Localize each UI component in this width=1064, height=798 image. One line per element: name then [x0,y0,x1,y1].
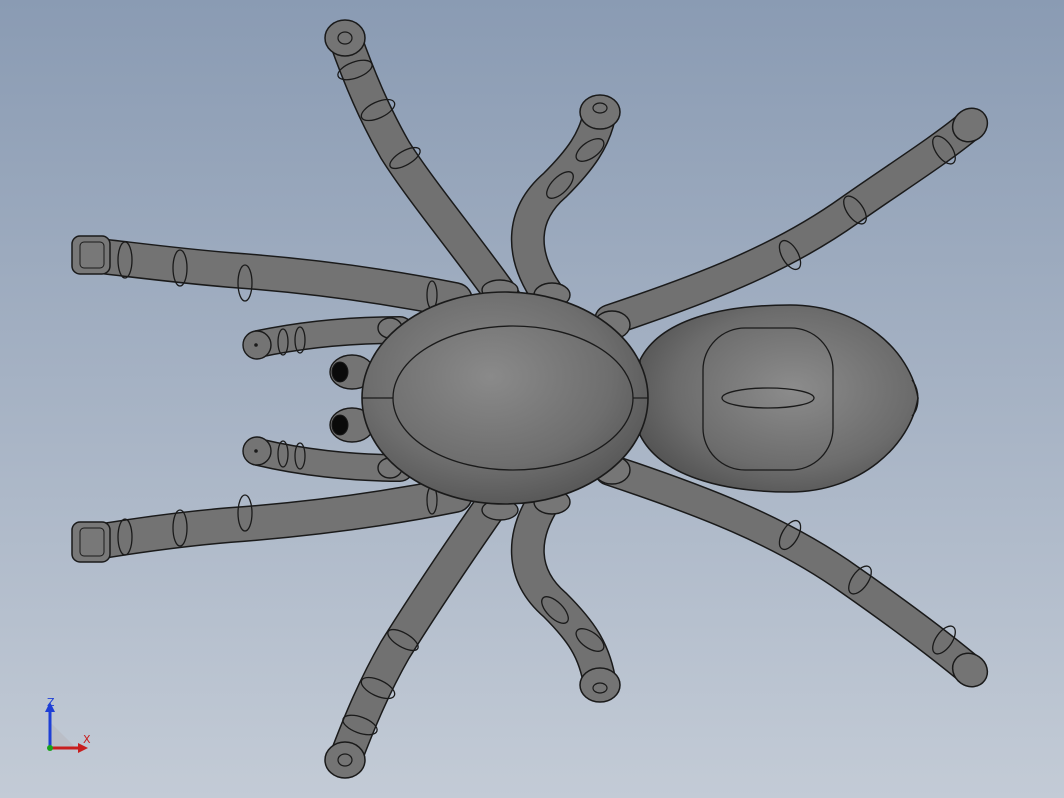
x-axis-label: X [83,733,91,746]
cephalothorax[interactable] [361,291,649,505]
graphics-viewport[interactable]: Z X [0,0,1064,798]
z-axis-label: Z [47,696,55,709]
spider-model[interactable] [0,0,1064,798]
coordinate-triad[interactable]: Z X [38,696,98,756]
abdomen[interactable] [639,304,919,493]
origin-marker [47,745,53,751]
